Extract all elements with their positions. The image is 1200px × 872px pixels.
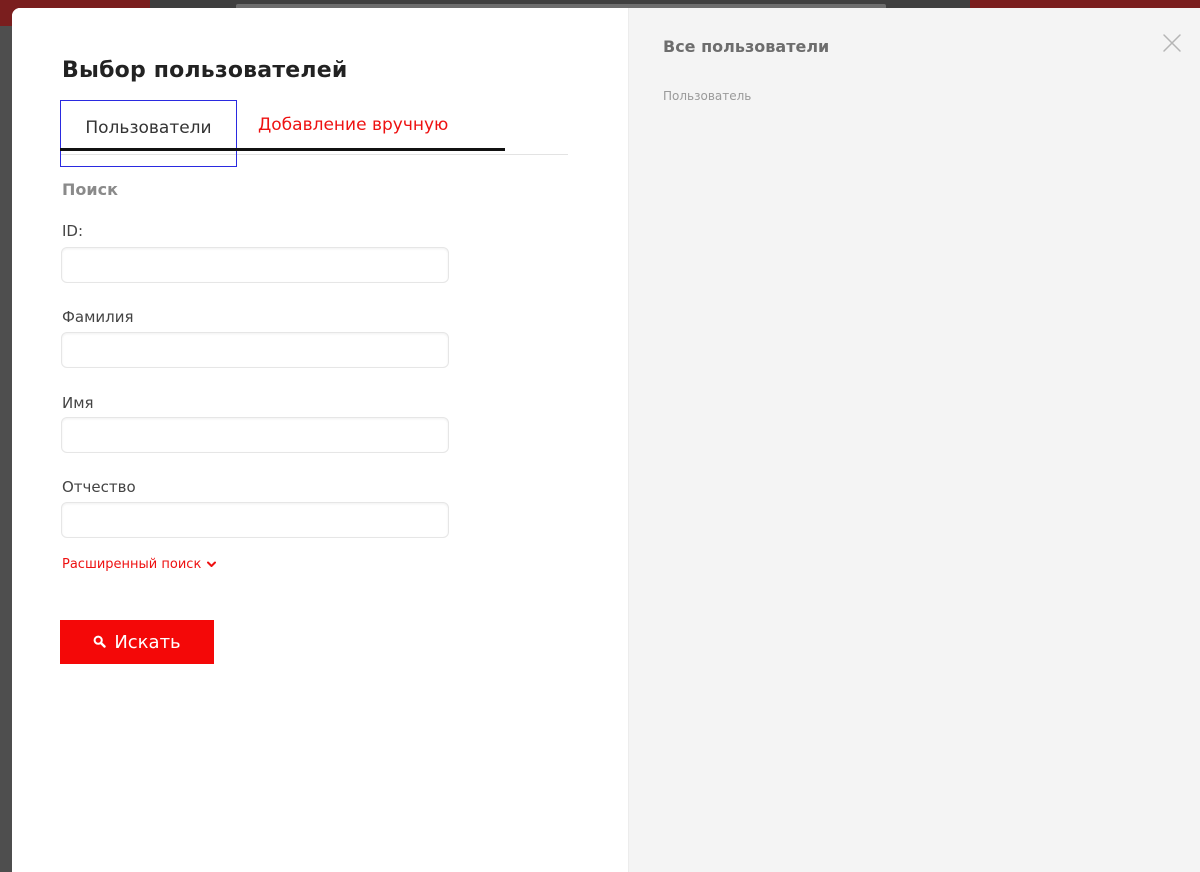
chevron-down-icon bbox=[207, 561, 217, 568]
middle-name-field-label: Отчество bbox=[62, 478, 136, 496]
background-sidebar bbox=[0, 26, 12, 872]
close-icon bbox=[1163, 34, 1181, 52]
advanced-search-label: Расширенный поиск bbox=[62, 557, 202, 572]
close-button[interactable] bbox=[1161, 32, 1183, 54]
results-title: Все пользователи bbox=[663, 37, 830, 56]
search-section-title: Поиск bbox=[62, 180, 118, 199]
tab-users[interactable]: Пользователи bbox=[60, 100, 237, 167]
advanced-search-link[interactable]: Расширенный поиск bbox=[62, 557, 217, 572]
search-button-label: Искать bbox=[114, 631, 181, 653]
id-field-label: ID: bbox=[62, 222, 84, 240]
first-name-field[interactable] bbox=[61, 417, 449, 453]
search-icon bbox=[93, 632, 107, 653]
search-button[interactable]: Искать bbox=[60, 620, 214, 664]
results-pane: Все пользователи Пользователь bbox=[628, 8, 1200, 872]
last-name-field-label: Фамилия bbox=[62, 308, 134, 326]
user-column-header: Пользователь bbox=[663, 89, 752, 103]
middle-name-field[interactable] bbox=[61, 502, 449, 538]
modal-title: Выбор пользователей bbox=[62, 58, 348, 83]
last-name-field[interactable] bbox=[61, 332, 449, 368]
user-selection-modal: Выбор пользователей Пользователи Добавле… bbox=[12, 8, 1200, 872]
tabs: Пользователи Добавление вручную bbox=[60, 100, 568, 167]
id-field[interactable] bbox=[61, 247, 449, 283]
search-pane: Выбор пользователей Пользователи Добавле… bbox=[12, 8, 628, 872]
tab-underline bbox=[60, 148, 505, 151]
first-name-field-label: Имя bbox=[62, 394, 94, 412]
tab-manual-add[interactable]: Добавление вручную bbox=[258, 100, 448, 150]
